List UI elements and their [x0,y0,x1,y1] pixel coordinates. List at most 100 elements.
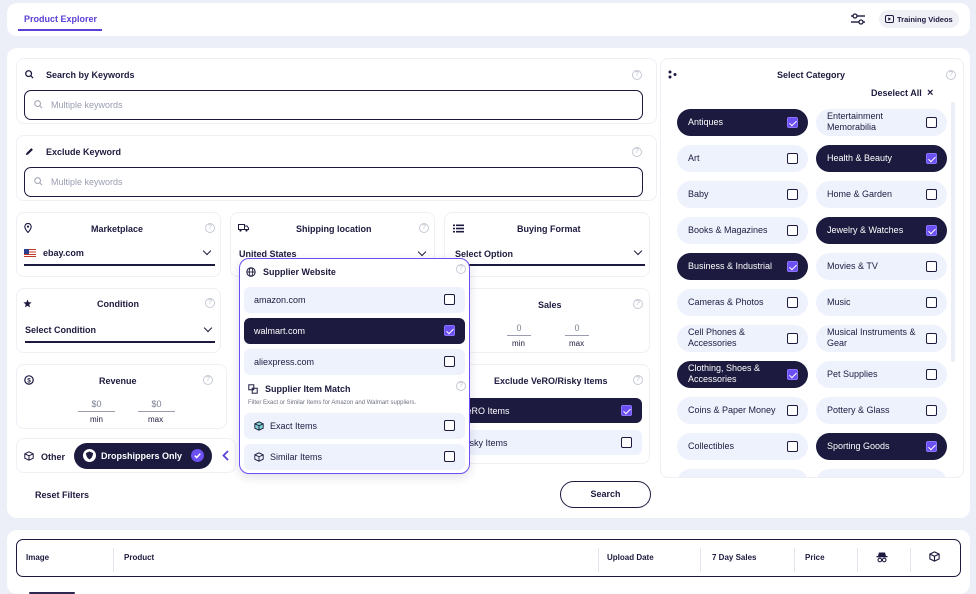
category-item[interactable]: Pet Supplies [816,361,947,388]
category-item[interactable]: Cameras & Photos [677,289,808,316]
chevron-left-icon[interactable] [222,450,229,461]
category-item[interactable]: Baby [677,181,808,208]
help-icon[interactable]: ? [633,375,643,385]
category-item[interactable]: Home & Garden [816,181,947,208]
tab-label: Product Explorer [24,14,98,24]
marketplace-select[interactable]: ebay.com [24,246,215,267]
chevron-down-icon [202,246,212,256]
category-item-checkbox[interactable] [926,261,937,272]
keywords-input[interactable]: Multiple keywords [24,90,643,120]
risky-items-option[interactable]: Risky Items [451,430,642,455]
category-item-checkbox[interactable] [926,117,937,128]
category-item-checkbox[interactable] [926,297,937,308]
help-icon[interactable]: ? [205,223,215,233]
supplier-aliexpress-option[interactable]: aliexpress.com [244,349,465,375]
vero-items-option[interactable]: VeRO Items [451,398,642,423]
supplier-walmart-option[interactable]: walmart.com [244,318,465,344]
revenue-max-input[interactable]: $0 [138,399,175,412]
revenue-min-input[interactable]: $0 [78,399,115,412]
category-item[interactable]: Sporting Goods [816,433,947,460]
column-7-day-sales[interactable]: 7 Day Sales [712,553,756,562]
supplier-amazon-option[interactable]: amazon.com [244,287,465,313]
category-item[interactable]: Coins & Paper Money [677,397,808,424]
training-videos-button[interactable]: Training Videos [879,10,959,28]
reset-filters-button[interactable]: Reset Filters [35,490,89,500]
category-item[interactable]: Books & Magazines [677,217,808,244]
category-item[interactable]: Sports Mem, Cards & [816,469,947,478]
category-item[interactable]: Jewelry & Watches [816,217,947,244]
category-item-checkbox[interactable] [926,441,937,452]
play-icon [885,15,894,23]
category-item-checkbox[interactable] [787,189,798,200]
help-icon[interactable]: ? [456,381,466,391]
column-price[interactable]: Price [805,553,825,562]
category-item[interactable]: Musical Instruments & Gear [816,325,947,352]
category-item-checkbox[interactable] [787,333,798,344]
supplier-amazon-checkbox[interactable] [444,294,455,305]
category-item[interactable]: Entertainment Memorabilia [816,109,947,136]
similar-items-checkbox[interactable] [444,451,455,462]
similar-items-option[interactable]: Similar Items [244,444,465,470]
box-icon[interactable] [929,551,940,562]
exact-items-checkbox[interactable] [444,420,455,431]
category-item-checkbox[interactable] [926,405,937,416]
category-item-checkbox[interactable] [926,225,937,236]
column-upload-date[interactable]: Upload Date [607,553,654,562]
tab-product-explorer[interactable]: Product Explorer [18,3,102,31]
help-icon[interactable]: ? [632,147,642,157]
category-item-checkbox[interactable] [787,477,798,478]
category-item-checkbox[interactable] [787,261,798,272]
category-item-checkbox[interactable] [926,369,937,380]
supplier-walmart-checkbox[interactable] [444,325,455,336]
category-item[interactable]: Antiques [677,109,808,136]
category-item[interactable]: Pottery & Glass [816,397,947,424]
help-icon[interactable]: ? [633,299,643,309]
category-item-label: Home & Garden [827,189,893,199]
risky-items-checkbox[interactable] [621,437,632,448]
search-button[interactable]: Search [560,481,651,508]
column-product[interactable]: Product [124,553,154,562]
settings-sliders-icon[interactable] [850,13,866,25]
sales-max-input[interactable]: 0 [565,323,589,336]
category-item-checkbox[interactable] [787,369,798,380]
buying-format-select[interactable]: Select Option [455,246,645,268]
category-item-checkbox[interactable] [926,153,937,164]
globe-icon [246,267,256,277]
help-icon[interactable]: ? [203,375,213,385]
category-item-label: Pet Supplies [827,369,878,379]
category-item[interactable]: Music [816,289,947,316]
vero-items-checkbox[interactable] [621,405,632,416]
column-image[interactable]: Image [26,553,49,562]
category-item[interactable]: Computers/Tablets & [677,469,808,478]
category-item-label: Health & Beauty [827,153,893,163]
category-item[interactable]: Health & Beauty [816,145,947,172]
dropshippers-only-toggle[interactable]: Dropshippers Only [74,443,212,469]
category-item-checkbox[interactable] [787,225,798,236]
help-icon[interactable]: ? [205,298,215,308]
condition-select[interactable]: Select Condition [25,323,215,344]
category-item[interactable]: Art [677,145,808,172]
category-item-checkbox[interactable] [787,153,798,164]
category-item[interactable]: Movies & TV [816,253,947,280]
help-icon[interactable]: ? [632,70,642,80]
exclude-keywords-input[interactable]: Multiple keywords [24,167,643,197]
category-item[interactable]: Cell Phones & Accessories [677,325,808,352]
spy-icon[interactable] [876,551,888,563]
category-item-checkbox[interactable] [787,405,798,416]
category-item-checkbox[interactable] [787,441,798,452]
supplier-aliexpress-checkbox[interactable] [444,356,455,367]
help-icon[interactable]: ? [456,264,466,274]
category-item[interactable]: Clothing, Shoes & Accessories [677,361,808,388]
category-item-checkbox[interactable] [926,333,937,344]
sales-min-input[interactable]: 0 [507,323,531,336]
help-icon[interactable]: ? [419,223,429,233]
exact-items-option[interactable]: Exact Items [244,413,465,439]
category-item-checkbox[interactable] [787,297,798,308]
category-item-checkbox[interactable] [926,477,937,478]
category-item[interactable]: Business & Industrial [677,253,808,280]
category-item-label: Entertainment Memorabilia [827,111,884,132]
category-item[interactable]: Collectibles [677,433,808,460]
category-item-checkbox[interactable] [926,189,937,200]
category-item-checkbox[interactable] [787,117,798,128]
pencil-icon [25,148,33,156]
